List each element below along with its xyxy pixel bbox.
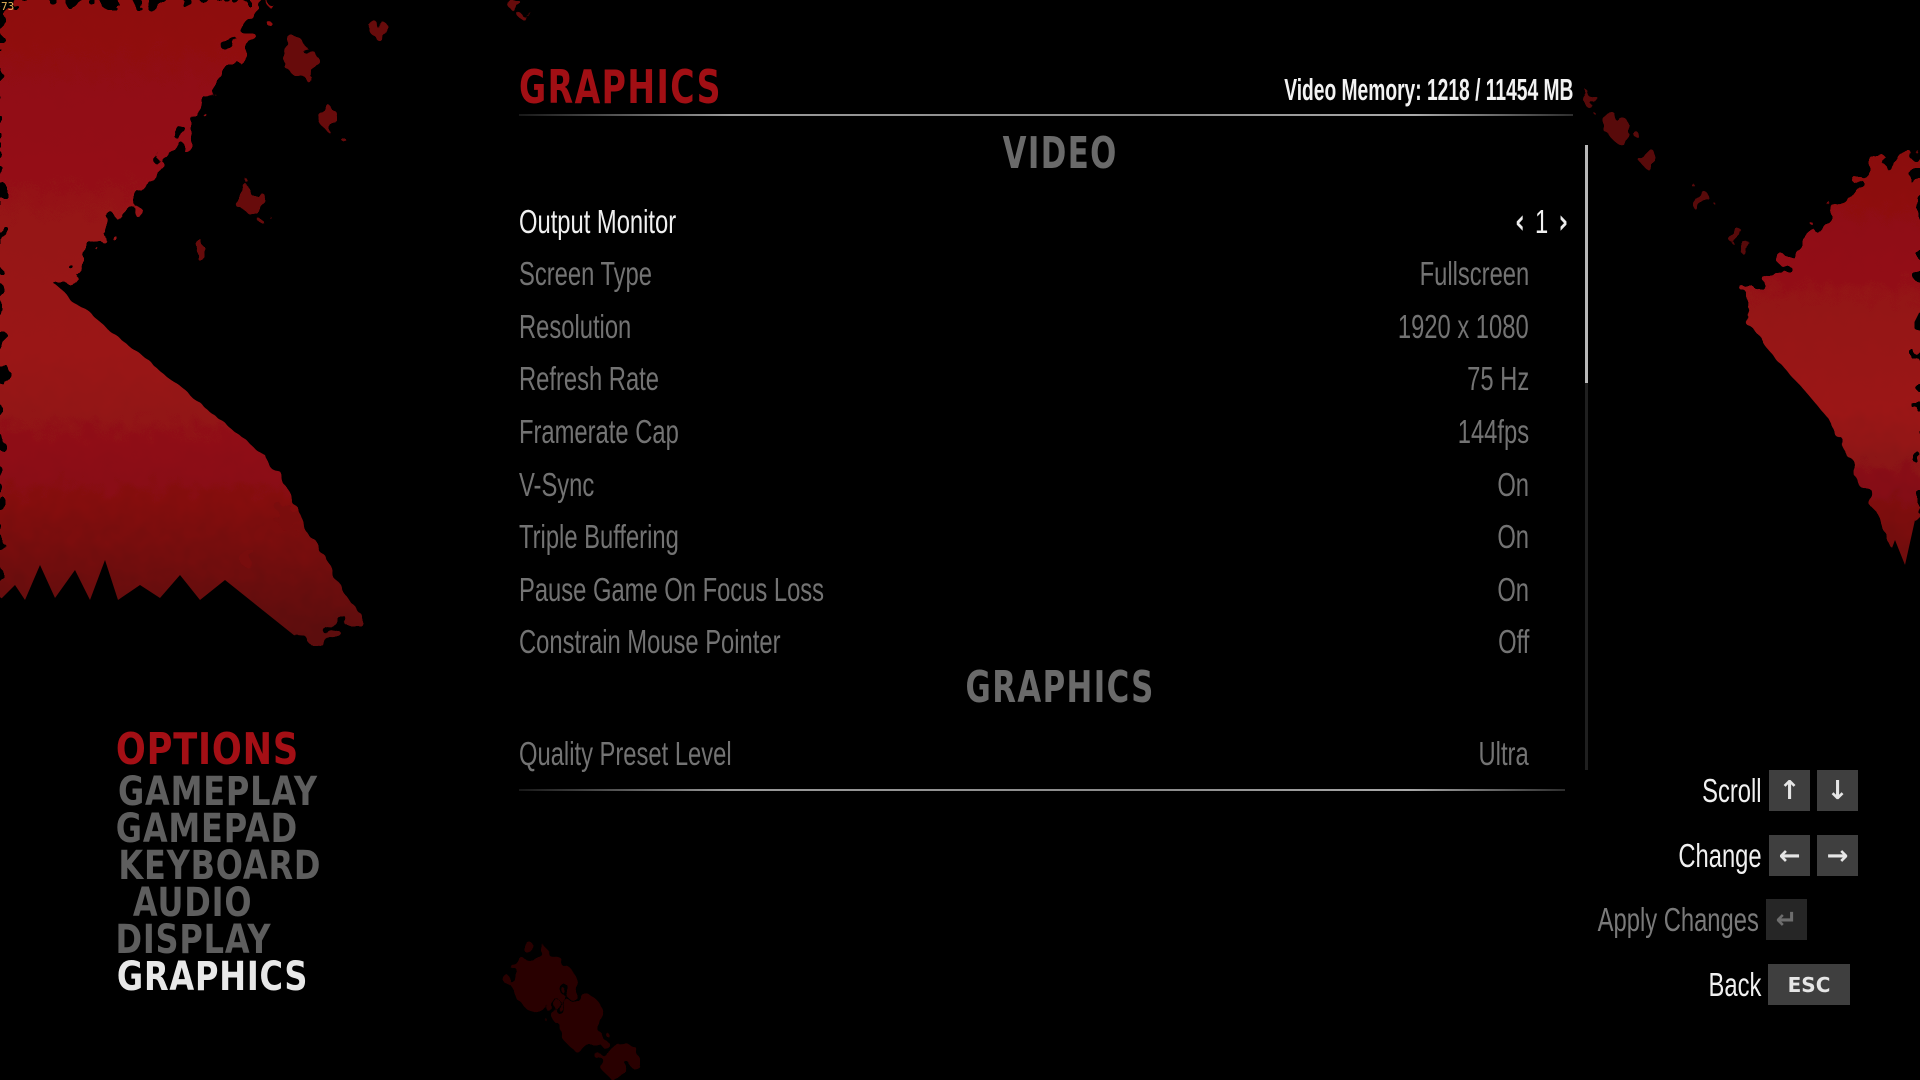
section-header-video: VIDEO — [519, 128, 1602, 179]
setting-label: Constrain Mouse Pointer — [519, 623, 781, 660]
setting-value: 75 Hz — [1466, 360, 1529, 397]
left-red-sky — [0, 0, 360, 640]
video-memory-readout: Video Memory: 1218 / 11454 MB — [1283, 72, 1573, 107]
enter-key-icon[interactable]: ↵ — [1766, 899, 1807, 940]
hint-change-label: Change — [1678, 836, 1762, 874]
setting-value: Fullscreen — [1419, 255, 1529, 292]
scrollbar-thumb[interactable] — [1585, 145, 1588, 383]
right-red-sky — [1740, 150, 1920, 580]
setting-row-v-sync[interactable]: V-Sync On — [519, 463, 1529, 507]
setting-label: V-Sync — [519, 466, 595, 503]
hint-apply-label: Apply Changes — [1597, 900, 1759, 938]
chevron-right-icon[interactable]: › — [1558, 200, 1568, 244]
hint-change: Change ← → — [1646, 835, 1858, 876]
hint-scroll-label: Scroll — [1702, 771, 1762, 809]
arrow-left-icon[interactable]: ← — [1769, 835, 1810, 876]
hint-apply-changes: Apply Changes ↵ — [1535, 899, 1807, 940]
setting-value: 1 — [1534, 203, 1548, 240]
chevron-left-icon[interactable]: ‹ — [1514, 200, 1524, 244]
setting-row-triple-buffering[interactable]: Triple Buffering On — [519, 515, 1529, 559]
bottom-divider — [519, 789, 1565, 791]
setting-label: Screen Type — [519, 255, 652, 292]
setting-value: 1920 x 1080 — [1398, 308, 1529, 345]
setting-label: Quality Preset Level — [519, 735, 732, 772]
setting-label: Pause Game On Focus Loss — [519, 571, 825, 608]
setting-value: Ultra — [1478, 735, 1529, 772]
arrow-right-icon[interactable]: → — [1817, 835, 1858, 876]
arrow-up-icon[interactable]: ↑ — [1769, 770, 1810, 811]
setting-value: On — [1497, 466, 1529, 503]
setting-row-pause-game-on-focus-loss[interactable]: Pause Game On Focus Loss On — [519, 568, 1529, 612]
options-heading: OPTIONS — [115, 724, 300, 775]
setting-value: Off — [1497, 623, 1529, 660]
setting-label: Refresh Rate — [519, 360, 659, 397]
setting-row-output-monitor[interactable]: Output Monitor ‹ 1 › — [519, 200, 1568, 244]
setting-value: On — [1497, 518, 1529, 555]
scrollbar[interactable] — [1585, 145, 1588, 770]
setting-label: Output Monitor — [519, 203, 677, 240]
esc-key-button[interactable]: ESC — [1768, 964, 1850, 1005]
top-divider — [519, 114, 1573, 116]
section-header-video-text: VIDEO — [1002, 128, 1119, 179]
setting-row-refresh-rate[interactable]: Refresh Rate 75 Hz — [519, 357, 1529, 401]
hint-back-label: Back — [1708, 965, 1761, 1003]
setting-row-quality-preset-level[interactable]: Quality Preset Level Ultra — [519, 732, 1529, 776]
fps-counter: 73 — [1, 0, 15, 13]
page-title: GRAPHICS — [519, 60, 722, 114]
setting-selector: ‹ 1 › — [1514, 200, 1568, 244]
setting-row-constrain-mouse-pointer[interactable]: Constrain Mouse Pointer Off — [519, 620, 1529, 664]
setting-value: 144fps — [1457, 413, 1529, 450]
setting-value: On — [1497, 571, 1529, 608]
hint-scroll: Scroll ↑ ↓ — [1679, 770, 1858, 811]
section-header-graphics: GRAPHICS — [519, 662, 1602, 713]
setting-label: Triple Buffering — [519, 518, 679, 555]
setting-row-resolution[interactable]: Resolution 1920 x 1080 — [519, 305, 1529, 349]
menu-item-graphics[interactable]: GRAPHICS — [93, 957, 308, 997]
setting-row-framerate-cap[interactable]: Framerate Cap 144fps — [519, 410, 1529, 454]
setting-label: Resolution — [519, 308, 632, 345]
setting-row-screen-type[interactable]: Screen Type Fullscreen — [519, 252, 1529, 296]
hint-back: Back ESC — [1688, 964, 1850, 1005]
setting-label: Framerate Cap — [519, 413, 679, 450]
arrow-down-icon[interactable]: ↓ — [1817, 770, 1858, 811]
section-header-graphics-text: GRAPHICS — [965, 662, 1156, 713]
options-menu: OPTIONS GAMEPLAY GAMEPAD KEYBOARD AUDIO … — [93, 724, 320, 998]
